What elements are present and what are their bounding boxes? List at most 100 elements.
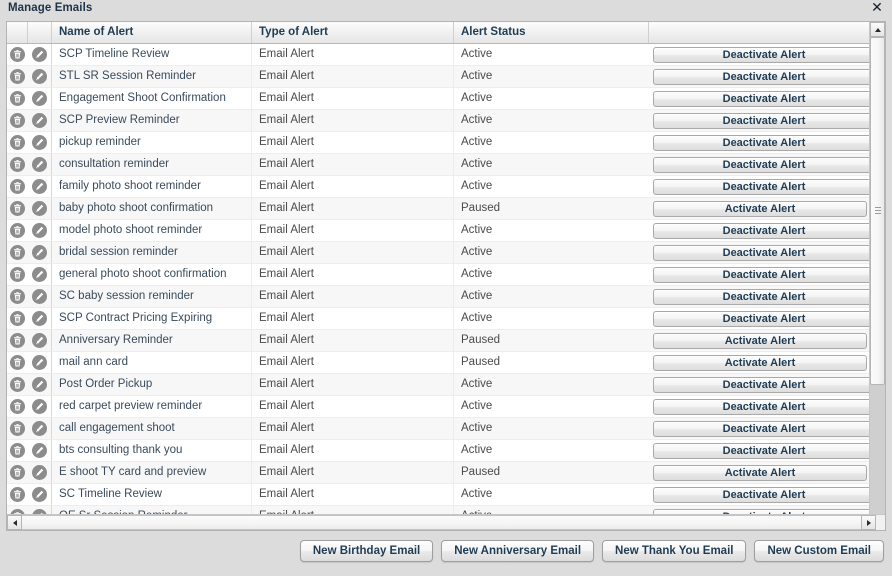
delete-alert-button[interactable] — [7, 264, 28, 285]
pencil-icon[interactable] — [32, 311, 47, 326]
pencil-icon[interactable] — [32, 487, 47, 502]
delete-alert-button[interactable] — [7, 44, 28, 65]
deactivate-alert-button[interactable]: Deactivate Alert — [653, 244, 875, 261]
pencil-icon[interactable] — [32, 421, 47, 436]
vertical-scroll-thumb[interactable] — [870, 37, 885, 385]
pencil-icon[interactable] — [32, 201, 47, 216]
trash-icon[interactable] — [10, 91, 25, 106]
column-header-status[interactable]: Alert Status — [454, 22, 649, 43]
trash-icon[interactable] — [10, 333, 25, 348]
pencil-icon[interactable] — [32, 179, 47, 194]
trash-icon[interactable] — [10, 47, 25, 62]
pencil-icon[interactable] — [32, 443, 47, 458]
close-icon[interactable]: ✕ — [869, 1, 885, 17]
trash-icon[interactable] — [10, 443, 25, 458]
trash-icon[interactable] — [10, 311, 25, 326]
new-birthday-email-button[interactable]: New Birthday Email — [299, 540, 434, 562]
deactivate-alert-button[interactable]: Deactivate Alert — [653, 442, 875, 459]
delete-alert-button[interactable] — [7, 418, 28, 439]
pencil-icon[interactable] — [32, 465, 47, 480]
pencil-icon[interactable] — [32, 267, 47, 282]
deactivate-alert-button[interactable]: Deactivate Alert — [653, 134, 875, 151]
edit-alert-button[interactable] — [28, 264, 52, 285]
trash-icon[interactable] — [10, 69, 25, 84]
edit-alert-button[interactable] — [28, 154, 52, 175]
trash-icon[interactable] — [10, 267, 25, 282]
delete-alert-button[interactable] — [7, 462, 28, 483]
deactivate-alert-button[interactable]: Deactivate Alert — [653, 90, 875, 107]
edit-alert-button[interactable] — [28, 418, 52, 439]
deactivate-alert-button[interactable]: Deactivate Alert — [653, 288, 875, 305]
delete-alert-button[interactable] — [7, 484, 28, 505]
column-header-type[interactable]: Type of Alert — [252, 22, 454, 43]
deactivate-alert-button[interactable]: Deactivate Alert — [653, 178, 875, 195]
delete-alert-button[interactable] — [7, 220, 28, 241]
edit-alert-button[interactable] — [28, 462, 52, 483]
edit-alert-button[interactable] — [28, 396, 52, 417]
deactivate-alert-button[interactable]: Deactivate Alert — [653, 156, 875, 173]
trash-icon[interactable] — [10, 157, 25, 172]
trash-icon[interactable] — [10, 289, 25, 304]
deactivate-alert-button[interactable]: Deactivate Alert — [653, 398, 875, 415]
edit-alert-button[interactable] — [28, 66, 52, 87]
delete-alert-button[interactable] — [7, 440, 28, 461]
scroll-left-button[interactable] — [7, 515, 22, 530]
new-custom-email-button[interactable]: New Custom Email — [754, 540, 884, 562]
edit-alert-button[interactable] — [28, 374, 52, 395]
deactivate-alert-button[interactable]: Deactivate Alert — [653, 68, 875, 85]
pencil-icon[interactable] — [32, 289, 47, 304]
trash-icon[interactable] — [10, 465, 25, 480]
pencil-icon[interactable] — [32, 91, 47, 106]
deactivate-alert-button[interactable]: Deactivate Alert — [653, 310, 875, 327]
delete-alert-button[interactable] — [7, 396, 28, 417]
delete-alert-button[interactable] — [7, 176, 28, 197]
scroll-up-button[interactable] — [870, 22, 885, 37]
delete-alert-button[interactable] — [7, 242, 28, 263]
trash-icon[interactable] — [10, 223, 25, 238]
delete-alert-button[interactable] — [7, 110, 28, 131]
delete-alert-button[interactable] — [7, 132, 28, 153]
vertical-scrollbar[interactable] — [869, 22, 885, 530]
trash-icon[interactable] — [10, 245, 25, 260]
delete-alert-button[interactable] — [7, 308, 28, 329]
delete-alert-button[interactable] — [7, 374, 28, 395]
pencil-icon[interactable] — [32, 47, 47, 62]
edit-alert-button[interactable] — [28, 440, 52, 461]
delete-alert-button[interactable] — [7, 66, 28, 87]
trash-icon[interactable] — [10, 179, 25, 194]
deactivate-alert-button[interactable]: Deactivate Alert — [653, 486, 875, 503]
deactivate-alert-button[interactable]: Deactivate Alert — [653, 112, 875, 129]
scroll-right-button[interactable] — [861, 515, 876, 530]
trash-icon[interactable] — [10, 355, 25, 370]
trash-icon[interactable] — [10, 399, 25, 414]
edit-alert-button[interactable] — [28, 286, 52, 307]
pencil-icon[interactable] — [32, 223, 47, 238]
edit-alert-button[interactable] — [28, 132, 52, 153]
edit-alert-button[interactable] — [28, 110, 52, 131]
activate-alert-button[interactable]: Activate Alert — [653, 200, 867, 217]
delete-alert-button[interactable] — [7, 286, 28, 307]
activate-alert-button[interactable]: Activate Alert — [653, 354, 867, 371]
pencil-icon[interactable] — [32, 355, 47, 370]
edit-alert-button[interactable] — [28, 44, 52, 65]
trash-icon[interactable] — [10, 421, 25, 436]
deactivate-alert-button[interactable]: Deactivate Alert — [653, 222, 875, 239]
deactivate-alert-button[interactable]: Deactivate Alert — [653, 376, 875, 393]
pencil-icon[interactable] — [32, 399, 47, 414]
trash-icon[interactable] — [10, 135, 25, 150]
edit-alert-button[interactable] — [28, 352, 52, 373]
trash-icon[interactable] — [10, 201, 25, 216]
pencil-icon[interactable] — [32, 69, 47, 84]
activate-alert-button[interactable]: Activate Alert — [653, 332, 867, 349]
edit-alert-button[interactable] — [28, 198, 52, 219]
edit-alert-button[interactable] — [28, 176, 52, 197]
activate-alert-button[interactable]: Activate Alert — [653, 464, 867, 481]
delete-alert-button[interactable] — [7, 154, 28, 175]
pencil-icon[interactable] — [32, 157, 47, 172]
horizontal-scrollbar[interactable] — [7, 514, 885, 530]
edit-alert-button[interactable] — [28, 330, 52, 351]
delete-alert-button[interactable] — [7, 352, 28, 373]
deactivate-alert-button[interactable]: Deactivate Alert — [653, 46, 875, 63]
column-header-name[interactable]: Name of Alert — [52, 22, 252, 43]
delete-alert-button[interactable] — [7, 330, 28, 351]
